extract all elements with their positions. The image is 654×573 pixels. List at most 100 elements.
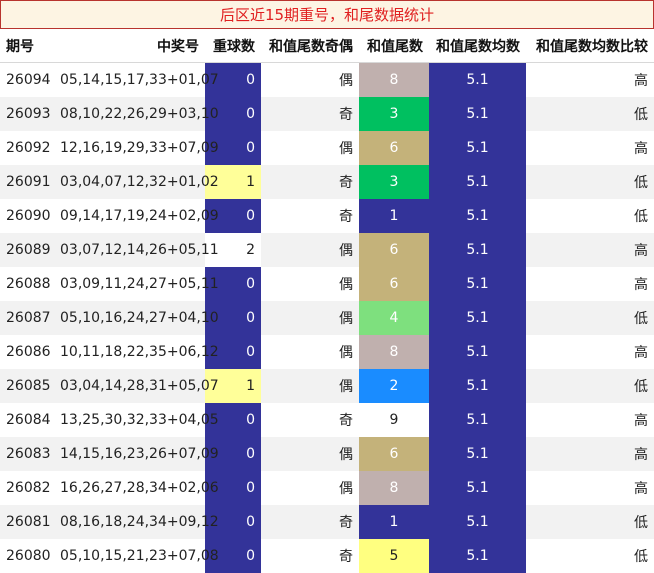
header-repeat[interactable]: 重球数 — [205, 29, 261, 63]
cell-period: 26082 — [6, 480, 51, 496]
table-row[interactable]: 26087 05,10,16,24,27+04,10 0 偶 4 5.1 低 — [0, 301, 654, 335]
header-row: 期号 中奖号 重球数 和值尾数奇偶 和值尾数 和值尾数均数 和值尾数均数比较 — [0, 29, 654, 63]
header-avg[interactable]: 和值尾数均数 — [429, 29, 526, 63]
cell-parity: 偶 — [339, 345, 353, 361]
cell-tail: 8 — [359, 62, 429, 97]
cell-parity: 奇 — [339, 209, 353, 225]
cell-tail: 6 — [359, 233, 429, 267]
cell-numbers: 05,10,16,24,27+04,10 — [54, 301, 219, 335]
cell-avg: 5.1 — [429, 233, 526, 267]
cell-avg: 5.1 — [429, 301, 526, 335]
table-row[interactable]: 26093 08,10,22,26,29+03,10 0 奇 3 5.1 低 — [0, 97, 654, 131]
table-row[interactable]: 26090 09,14,17,19,24+02,09 0 奇 1 5.1 低 — [0, 199, 654, 233]
cell-tail: 1 — [359, 505, 429, 539]
cell-numbers: 03,04,14,28,31+05,07 — [54, 369, 219, 403]
cell-parity: 奇 — [261, 505, 359, 539]
cell-tail: 9 — [359, 403, 429, 437]
cell-period: 26086 — [6, 344, 51, 360]
cell-numbers: 09,14,17,19,24+02,09 — [60, 208, 219, 224]
cell-compare: 低 — [526, 165, 654, 199]
cell-avg: 5.1 — [429, 471, 526, 505]
table-row[interactable]: 26082 16,26,27,28,34+02,06 0 偶 8 5.1 高 — [0, 471, 654, 505]
header-numbers[interactable]: 中奖号 — [54, 29, 205, 63]
table-row[interactable]: 26094 05,14,15,17,33+01,07 0 偶 8 5.1 高 — [0, 62, 654, 97]
cell-avg: 5.1 — [429, 539, 526, 573]
cell-avg: 5.1 — [429, 131, 526, 165]
cell-numbers: 05,10,15,21,23+07,08 — [60, 548, 219, 564]
cell-period: 26083 — [0, 437, 54, 471]
cell-tail: 8 — [359, 335, 429, 369]
table-row[interactable]: 26085 03,04,14,28,31+05,07 1 偶 2 5.1 低 — [0, 369, 654, 403]
cell-period: 26085 — [0, 369, 54, 403]
cell-parity: 偶 — [261, 301, 359, 335]
table-row[interactable]: 26084 13,25,30,32,33+04,05 0 奇 9 5.1 高 — [0, 403, 654, 437]
cell-avg: 5.1 — [429, 403, 526, 437]
cell-parity: 偶 — [339, 481, 353, 497]
cell-compare: 高 — [526, 437, 654, 471]
header-period[interactable]: 期号 — [0, 29, 54, 63]
cell-period: 26088 — [6, 276, 51, 292]
cell-period: 26081 — [0, 505, 54, 539]
cell-tail: 5 — [359, 539, 429, 573]
cell-parity: 奇 — [339, 549, 353, 565]
cell-compare: 高 — [634, 141, 648, 157]
cell-period: 26093 — [0, 97, 54, 131]
cell-tail: 4 — [359, 301, 429, 335]
cell-numbers: 03,04,07,12,32+01,02 — [54, 165, 219, 199]
table-row[interactable]: 26086 10,11,18,22,35+06,12 0 偶 8 5.1 高 — [0, 335, 654, 369]
cell-period: 26080 — [6, 548, 51, 564]
cell-compare: 高 — [634, 277, 648, 293]
cell-compare: 低 — [634, 549, 648, 565]
cell-tail: 6 — [359, 131, 429, 165]
cell-parity: 奇 — [261, 165, 359, 199]
cell-parity: 偶 — [261, 233, 359, 267]
cell-compare: 低 — [526, 369, 654, 403]
header-parity[interactable]: 和值尾数奇偶 — [261, 29, 359, 63]
table-row[interactable]: 26092 12,16,19,29,33+07,09 0 偶 6 5.1 高 — [0, 131, 654, 165]
cell-tail: 6 — [359, 267, 429, 301]
cell-avg: 5.1 — [429, 199, 526, 233]
cell-parity: 偶 — [339, 141, 353, 157]
cell-parity: 偶 — [339, 277, 353, 293]
cell-period: 26092 — [6, 140, 51, 156]
cell-parity: 奇 — [261, 97, 359, 131]
cell-tail: 3 — [359, 165, 429, 199]
cell-parity: 偶 — [261, 369, 359, 403]
cell-compare: 低 — [634, 209, 648, 225]
cell-parity: 奇 — [339, 413, 353, 429]
cell-avg: 5.1 — [429, 62, 526, 97]
cell-compare: 高 — [634, 413, 648, 429]
table-row[interactable]: 26091 03,04,07,12,32+01,02 1 奇 3 5.1 低 — [0, 165, 654, 199]
table-row[interactable]: 26088 03,09,11,24,27+05,11 0 偶 6 5.1 高 — [0, 267, 654, 301]
cell-period: 26089 — [0, 233, 54, 267]
cell-period: 26087 — [0, 301, 54, 335]
cell-avg: 5.1 — [429, 437, 526, 471]
cell-numbers: 12,16,19,29,33+07,09 — [60, 140, 219, 156]
table-row[interactable]: 26080 05,10,15,21,23+07,08 0 奇 5 5.1 低 — [0, 539, 654, 573]
cell-period: 26090 — [6, 208, 51, 224]
cell-compare: 低 — [526, 97, 654, 131]
table-row[interactable]: 26089 03,07,12,14,26+05,11 2 偶 6 5.1 高 — [0, 233, 654, 267]
cell-numbers: 08,10,22,26,29+03,10 — [54, 97, 219, 131]
cell-numbers: 14,15,16,23,26+07,09 — [54, 437, 219, 471]
cell-avg: 5.1 — [429, 369, 526, 403]
cell-numbers: 05,14,15,17,33+01,07 — [60, 72, 219, 88]
cell-tail: 2 — [359, 369, 429, 403]
cell-numbers: 03,07,12,14,26+05,11 — [54, 233, 219, 267]
cell-period: 26094 — [6, 72, 51, 88]
table-row[interactable]: 26081 08,16,18,24,34+09,12 0 奇 1 5.1 低 — [0, 505, 654, 539]
cell-period: 26091 — [0, 165, 54, 199]
cell-parity: 偶 — [339, 73, 353, 89]
header-compare[interactable]: 和值尾数均数比较 — [526, 29, 654, 63]
cell-numbers: 03,09,11,24,27+05,11 — [60, 276, 219, 292]
cell-numbers: 08,16,18,24,34+09,12 — [54, 505, 219, 539]
cell-compare: 低 — [526, 301, 654, 335]
header-tail[interactable]: 和值尾数 — [359, 29, 429, 63]
table-row[interactable]: 26083 14,15,16,23,26+07,09 0 偶 6 5.1 高 — [0, 437, 654, 471]
table-title: 后区近15期重号，和尾数据统计 — [0, 0, 654, 29]
cell-parity: 偶 — [261, 437, 359, 471]
cell-avg: 5.1 — [429, 165, 526, 199]
cell-compare: 高 — [634, 73, 648, 89]
stats-table: 期号 中奖号 重球数 和值尾数奇偶 和值尾数 和值尾数均数 和值尾数均数比较 2… — [0, 29, 654, 573]
cell-compare: 高 — [634, 481, 648, 497]
